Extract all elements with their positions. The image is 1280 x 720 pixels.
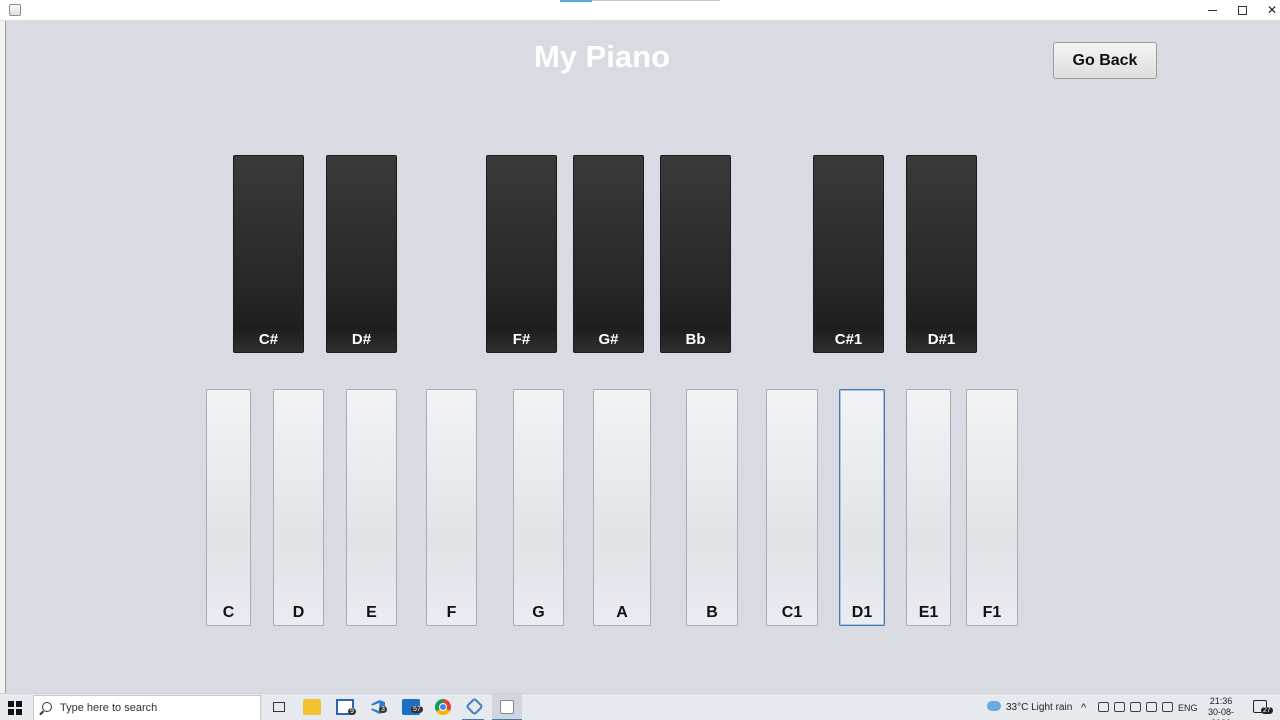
key-label: D bbox=[292, 604, 305, 621]
minimize-icon bbox=[1207, 9, 1217, 11]
maximize-icon bbox=[1237, 5, 1247, 15]
key-label: F bbox=[446, 604, 457, 621]
key-label: A bbox=[616, 604, 628, 621]
clock-time: 21:36 bbox=[1209, 696, 1233, 706]
key-label: F# bbox=[512, 331, 531, 348]
network-icon bbox=[1098, 702, 1109, 712]
white-key-f1[interactable]: F1 bbox=[966, 389, 1018, 626]
close-icon: ✕ bbox=[1266, 3, 1278, 17]
vscode-icon[interactable]: 3 bbox=[369, 699, 387, 715]
key-label: G bbox=[532, 604, 545, 621]
key-label: B bbox=[706, 604, 718, 621]
battery-icon bbox=[1130, 702, 1141, 712]
language-indicator[interactable]: ENG bbox=[1178, 694, 1198, 720]
key-label: C# bbox=[258, 331, 279, 348]
windows-logo-icon bbox=[8, 701, 14, 707]
key-label: E bbox=[366, 604, 377, 621]
weather-icon[interactable] bbox=[987, 701, 1001, 711]
store-badge: 57 bbox=[411, 706, 423, 713]
clock[interactable]: 21:36 30-08-2022 bbox=[1201, 696, 1241, 720]
key-label: D#1 bbox=[927, 331, 956, 348]
key-label: C#1 bbox=[834, 331, 863, 348]
key-label: G# bbox=[598, 331, 619, 348]
white-key-b[interactable]: B bbox=[686, 389, 738, 626]
black-key-b-flat[interactable]: Bb bbox=[660, 155, 731, 353]
page-title: My Piano bbox=[533, 39, 671, 74]
black-key-d-sharp[interactable]: D# bbox=[326, 155, 397, 353]
go-back-button[interactable]: Go Back bbox=[1053, 42, 1157, 79]
store-icon[interactable]: 57 bbox=[402, 699, 423, 715]
black-key-c-sharp[interactable]: C# bbox=[233, 155, 304, 353]
start-button[interactable] bbox=[8, 701, 22, 715]
key-label: C bbox=[222, 604, 235, 621]
volume-icon bbox=[1146, 702, 1157, 712]
mail-badge: 9 bbox=[348, 708, 356, 715]
white-key-f[interactable]: F bbox=[426, 389, 477, 626]
java-app-icon[interactable] bbox=[498, 699, 516, 715]
white-key-a[interactable]: A bbox=[593, 389, 651, 626]
black-key-g-sharp[interactable]: G# bbox=[573, 155, 644, 353]
white-key-c[interactable]: C bbox=[206, 389, 251, 626]
taskbar-search-box[interactable]: Type here to search bbox=[33, 695, 261, 720]
onedrive-icon bbox=[1114, 702, 1125, 712]
black-key-c-sharp-1[interactable]: C#1 bbox=[813, 155, 884, 353]
vscode-badge: 3 bbox=[379, 706, 387, 713]
close-button[interactable]: ✕ bbox=[1257, 0, 1280, 20]
titlebar-divider bbox=[592, 0, 720, 1]
search-placeholder: Type here to search bbox=[60, 702, 158, 714]
system-tray-icons[interactable] bbox=[1098, 702, 1173, 712]
window-titlebar[interactable]: ✕ bbox=[0, 0, 1280, 21]
notification-badge: 27 bbox=[1261, 707, 1273, 714]
task-view-icon[interactable] bbox=[270, 699, 288, 715]
key-label: D1 bbox=[851, 604, 873, 621]
key-label: D# bbox=[351, 331, 372, 348]
chevron-up-icon[interactable]: ^ bbox=[1081, 694, 1086, 720]
maximize-button[interactable] bbox=[1227, 0, 1257, 20]
weather-text[interactable]: 33°C Light rain bbox=[1006, 694, 1072, 720]
app-launcher-icon[interactable] bbox=[465, 697, 484, 716]
black-key-d-sharp-1[interactable]: D#1 bbox=[906, 155, 977, 353]
search-icon bbox=[42, 702, 52, 712]
titlebar-accent bbox=[560, 0, 592, 2]
white-key-d1[interactable]: D1 bbox=[839, 389, 885, 626]
minimize-button[interactable] bbox=[1197, 0, 1227, 20]
key-label: C1 bbox=[781, 604, 803, 621]
wifi-icon bbox=[1162, 702, 1173, 712]
clock-date: 30-08-2022 bbox=[1207, 707, 1234, 720]
key-label: Bb bbox=[685, 331, 706, 348]
white-key-e1[interactable]: E1 bbox=[906, 389, 951, 626]
file-explorer-icon[interactable] bbox=[303, 699, 321, 715]
white-key-g[interactable]: G bbox=[513, 389, 564, 626]
key-label: F1 bbox=[982, 604, 1002, 621]
taskbar: Type here to search 9 3 57 33°C Light ra… bbox=[0, 693, 1280, 720]
white-key-d[interactable]: D bbox=[273, 389, 324, 626]
white-key-e[interactable]: E bbox=[346, 389, 397, 626]
mail-icon[interactable]: 9 bbox=[336, 699, 356, 715]
key-label: E1 bbox=[918, 604, 939, 621]
black-key-f-sharp[interactable]: F# bbox=[486, 155, 557, 353]
white-key-c1[interactable]: C1 bbox=[766, 389, 818, 626]
chrome-icon[interactable] bbox=[435, 699, 451, 715]
app-icon bbox=[9, 4, 21, 16]
